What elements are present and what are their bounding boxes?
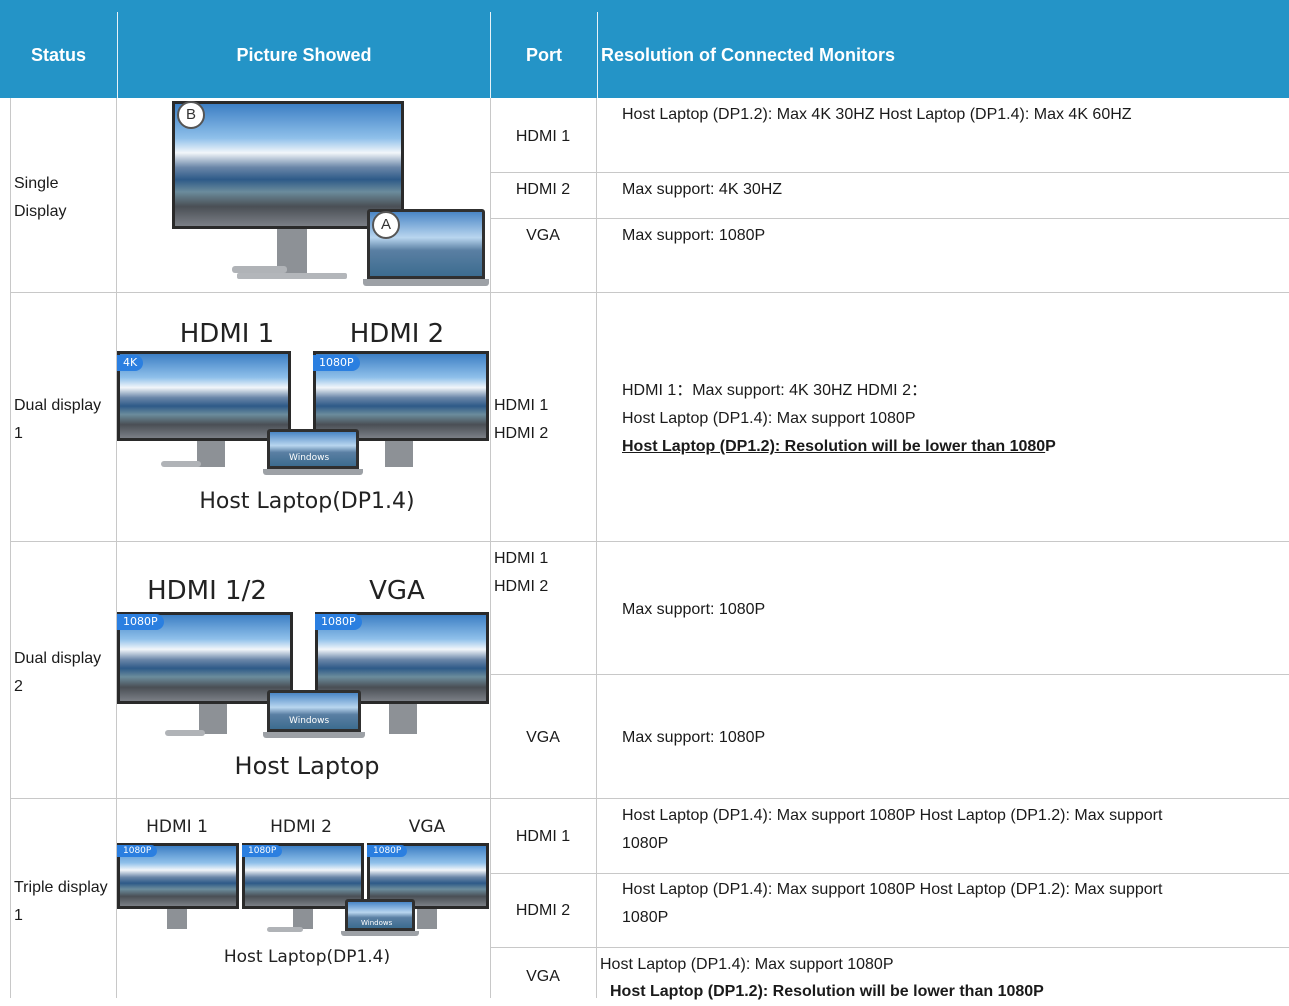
triple-display-1-picture: HDMI 1 HDMI 2 VGA 1080P 1080P 1080P Wind…: [117, 799, 489, 998]
monitor-stand: [417, 909, 437, 929]
resolution-table: Status Picture Showed Port Resolution of…: [0, 0, 1289, 1000]
status-dual-display-1: Dual display 1: [14, 397, 102, 442]
header-port: Port: [491, 12, 597, 98]
picture-label-vga: VGA: [369, 576, 425, 606]
laptop-screen-text: Windows: [289, 453, 330, 463]
monitor-stand: [167, 909, 187, 929]
picture-label-hdmi2: HDMI 2: [270, 817, 332, 837]
resolution-vga-line-2: Host Laptop (DP1.2): Resolution will be …: [610, 983, 1044, 1000]
monitor-base: [237, 273, 347, 279]
laptop-base: [363, 279, 489, 286]
grid-line: [490, 674, 1289, 675]
dual-display-1-picture: HDMI 1 HDMI 2 4K 1080P Windows Host Lapt…: [117, 293, 489, 541]
badge-right: 1080P: [313, 355, 360, 371]
resolution-hdmi2-line-2: 1080P: [622, 909, 669, 926]
header-top-band: [0, 0, 1289, 12]
picture-label-vga: VGA: [408, 817, 446, 837]
resolution-hdmi2: Max support: 4K 30HZ: [622, 181, 783, 198]
status-triple-display-1: Triple display 1: [14, 879, 108, 924]
laptop-base: [341, 931, 419, 936]
header-divider: [117, 12, 118, 98]
marker-b: B: [177, 101, 205, 129]
laptop-screen-text: Windows: [289, 716, 330, 726]
monitor-stand: [389, 704, 417, 734]
monitor-stand: [197, 441, 225, 467]
dual-display-2-picture: HDMI 1/2 VGA 1080P 1080P Windows Host La…: [117, 542, 489, 798]
resolution-line-2: Host Laptop (DP1.4): Max support 1080P: [622, 410, 916, 427]
port-hdmi1: HDMI 1: [494, 397, 549, 414]
hub-device: [267, 927, 303, 932]
port-vga: VGA: [526, 968, 560, 985]
header-divider: [490, 12, 491, 98]
port-hdmi1: HDMI 1: [494, 550, 549, 567]
monitor-stand: [385, 441, 413, 467]
port-hdmi2: HDMI 2: [515, 902, 571, 919]
monitor-stand: [293, 909, 313, 929]
laptop-screen-text: Windows: [361, 919, 393, 927]
header-picture: Picture Showed: [118, 12, 490, 98]
picture-label-hdmi1: HDMI 1: [146, 817, 208, 837]
laptop-image: [267, 429, 359, 469]
picture-label-hdmi1: HDMI 1: [179, 319, 275, 349]
resolution-hdmi1: Host Laptop (DP1.2): Max 4K 30HZ Host La…: [622, 106, 1132, 123]
resolution-line-1: HDMI 1：Max support: 4K 30HZ HDMI 2：: [622, 382, 927, 399]
hub-device: [232, 266, 287, 273]
grid-line: [596, 98, 597, 998]
status-dual-display-2: Dual display 2: [14, 650, 102, 695]
port-hdmi1: HDMI 1: [515, 828, 571, 845]
port-hdmi1: HDMI 1: [515, 128, 571, 145]
grid-line: [10, 98, 11, 998]
port-vga: VGA: [526, 227, 560, 244]
grid-line: [490, 172, 1289, 173]
laptop-base: [263, 469, 363, 475]
port-hdmi2: HDMI 2: [494, 578, 549, 595]
resolution-vga: Max support: 1080P: [622, 227, 766, 244]
port-hdmi2: HDMI 2: [494, 425, 549, 442]
resolution-warning-suffix: P: [1045, 438, 1056, 455]
resolution-vga: Max support: 1080P: [622, 729, 766, 746]
badge-left: 1080P: [117, 614, 164, 630]
picture-caption: Host Laptop(DP1.4): [199, 489, 415, 514]
resolution-hdmi2-line-1: Host Laptop (DP1.4): Max support 1080P H…: [622, 881, 1163, 898]
hub-device: [165, 730, 205, 736]
grid-line: [490, 218, 1289, 219]
single-display-picture: B A: [117, 99, 489, 292]
status-single-display: Single Display: [14, 175, 67, 220]
badge-2: 1080P: [242, 845, 283, 857]
resolution-hdmi12: Max support: 1080P: [622, 601, 766, 618]
resolution-hdmi1-line-2: 1080P: [622, 835, 669, 852]
grid-line: [490, 873, 1289, 874]
picture-caption: Host Laptop: [234, 752, 380, 780]
resolution-vga-line-1: Host Laptop (DP1.4): Max support 1080P: [600, 956, 894, 973]
monitor-left-image: [117, 351, 291, 441]
hub-device: [161, 461, 201, 467]
picture-caption: Host Laptop(DP1.4): [223, 947, 391, 967]
resolution-line-3: Host Laptop (DP1.2): Resolution will be …: [622, 433, 1282, 461]
resolution-hdmi1-line-1: Host Laptop (DP1.4): Max support 1080P H…: [622, 807, 1163, 824]
badge-3: 1080P: [367, 845, 408, 857]
picture-label-hdmi2: HDMI 2: [349, 319, 445, 349]
header-status: Status: [0, 12, 117, 98]
header-divider: [597, 12, 598, 98]
badge-1: 1080P: [117, 845, 158, 857]
badge-left: 4K: [117, 355, 144, 371]
laptop-base: [263, 732, 365, 738]
port-hdmi2: HDMI 2: [515, 181, 571, 198]
picture-label-hdmi12: HDMI 1/2: [147, 576, 267, 606]
badge-right: 1080P: [315, 614, 362, 630]
header-resolution: Resolution of Connected Monitors: [598, 12, 1289, 98]
port-vga: VGA: [526, 729, 560, 746]
resolution-warning-underlined: Host Laptop (DP1.2): Resolution will be …: [622, 438, 1046, 455]
marker-a: A: [372, 211, 400, 239]
grid-line: [490, 947, 1289, 948]
